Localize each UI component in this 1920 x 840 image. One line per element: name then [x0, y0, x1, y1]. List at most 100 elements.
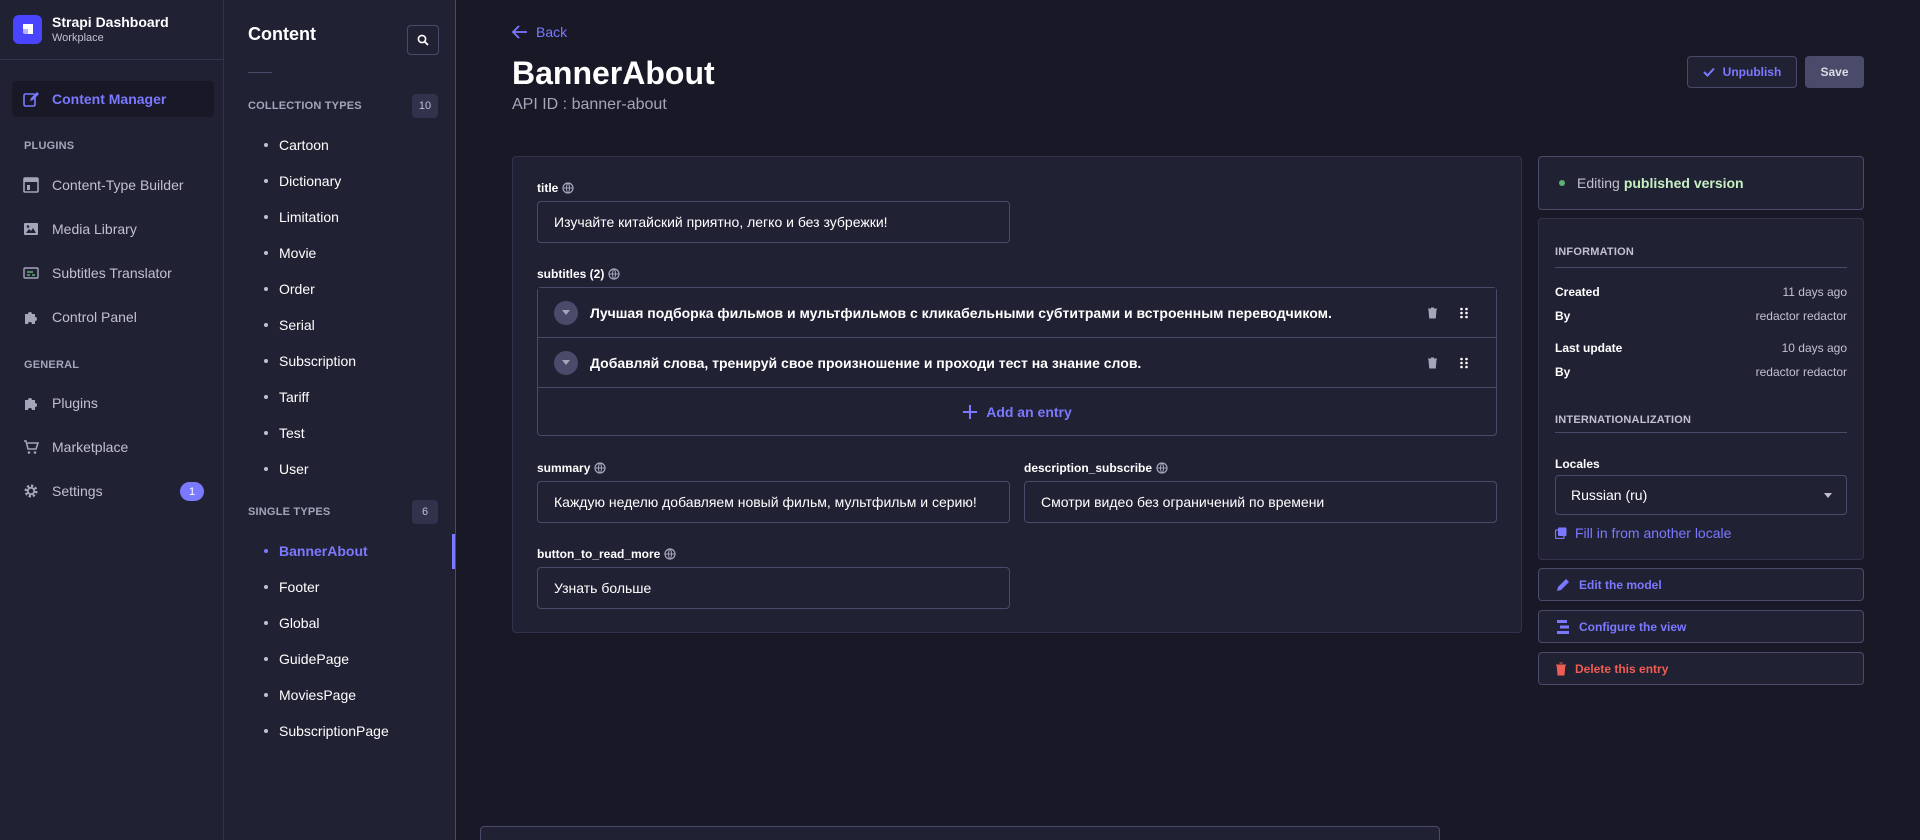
bullet: [264, 431, 268, 435]
item-label: Cartoon: [279, 137, 329, 153]
configure-view-button[interactable]: Configure the view: [1538, 610, 1864, 643]
collection-type-item[interactable]: Serial: [248, 308, 456, 342]
delete-entry-label: Delete this entry: [1575, 661, 1669, 676]
fill-link-label: Fill in from another locale: [1575, 525, 1732, 541]
nav-item-media-library[interactable]: Media Library: [12, 211, 214, 247]
search-icon: [417, 34, 429, 46]
updated-row: Last update 10 days ago: [1555, 341, 1847, 355]
subtitle-entry[interactable]: Лучшая подборка фильмов и мультфильмов с…: [538, 288, 1496, 338]
single-type-item[interactable]: GuidePage: [248, 642, 456, 676]
settings-badge: 1: [180, 482, 204, 501]
chevron-down-icon[interactable]: [554, 350, 578, 375]
item-label: Movie: [279, 245, 317, 261]
drag-handle-icon[interactable]: [1456, 355, 1472, 371]
image-icon: [23, 221, 39, 237]
add-entry-button[interactable]: Add an entry: [538, 389, 1496, 435]
nav-label: Content Manager: [52, 91, 167, 107]
nav-item-marketplace[interactable]: Marketplace: [12, 429, 214, 465]
created-row: Created 11 days ago: [1555, 285, 1847, 299]
summary-input[interactable]: Каждую неделю добавляем новый фильм, мул…: [537, 481, 1010, 523]
item-label: Dictionary: [279, 173, 342, 189]
configure-view-label: Configure the view: [1579, 619, 1687, 634]
fill-from-locale-link[interactable]: Fill in from another locale: [1555, 525, 1731, 541]
bullet: [264, 729, 268, 733]
information-heading: INFORMATION: [1555, 246, 1634, 258]
delete-entry-button[interactable]: Delete this entry: [1538, 652, 1864, 685]
chevron-down-icon[interactable]: [554, 300, 578, 325]
item-label: GuidePage: [279, 651, 350, 667]
nav-item-plugins[interactable]: Plugins: [12, 385, 214, 421]
group-count: 10: [412, 94, 438, 118]
single-type-item-active[interactable]: BannerAbout: [248, 534, 456, 568]
button-to-read-more-input[interactable]: Узнать больше: [537, 567, 1010, 609]
label-text: title: [537, 181, 559, 195]
nav-item-content-type-builder[interactable]: Content-Type Builder: [12, 167, 214, 203]
single-types-header[interactable]: SINGLE TYPES 6: [248, 500, 438, 524]
bullet: [264, 585, 268, 589]
information-panel: INFORMATION Created 11 days ago By redac…: [1538, 218, 1864, 560]
divider: [1555, 267, 1847, 268]
puzzle-icon: [23, 395, 39, 411]
divider: [1555, 432, 1847, 433]
save-button[interactable]: Save: [1805, 56, 1864, 88]
field-label-title: title: [537, 181, 574, 195]
single-type-item[interactable]: Global: [248, 606, 456, 640]
trash-icon[interactable]: [1424, 355, 1440, 371]
collection-type-item[interactable]: Order: [248, 272, 456, 306]
trash-icon[interactable]: [1424, 305, 1440, 321]
by-label: By: [1555, 309, 1571, 323]
nav-item-content-manager[interactable]: Content Manager: [12, 81, 214, 117]
collection-type-item[interactable]: Movie: [248, 236, 456, 270]
drag-handle-icon[interactable]: [1456, 305, 1472, 321]
main-nav: Strapi Dashboard Workplace Content Manag…: [0, 0, 224, 840]
item-label: Test: [279, 425, 305, 441]
brand-subtitle: Workplace: [52, 32, 104, 44]
globe-icon: [608, 268, 620, 280]
description-subscribe-input[interactable]: Смотри видео без ограничений по времени: [1024, 481, 1497, 523]
unpublish-label: Unpublish: [1722, 65, 1782, 79]
single-type-item[interactable]: SubscriptionPage: [248, 714, 456, 748]
field-label-description-subscribe: description_subscribe: [1024, 461, 1168, 475]
collection-type-item[interactable]: User: [248, 452, 456, 486]
unpublish-button[interactable]: Unpublish: [1687, 56, 1797, 88]
label-text: summary: [537, 461, 591, 475]
edit-model-label: Edit the model: [1579, 577, 1662, 592]
created-label: Created: [1555, 285, 1600, 299]
locale-select[interactable]: Russian (ru): [1555, 475, 1847, 515]
edit-model-button[interactable]: Edit the model: [1538, 568, 1864, 601]
subtitles-icon: [23, 265, 39, 281]
globe-icon: [594, 462, 606, 474]
bullet: [264, 287, 268, 291]
label-text: subtitles (2): [537, 267, 605, 281]
edit-form: title Изучайте китайский приятно, легко …: [512, 156, 1522, 633]
item-label: User: [279, 461, 309, 477]
bullet: [264, 179, 268, 183]
globe-icon: [562, 182, 574, 194]
updated-value: 10 days ago: [1781, 341, 1847, 355]
bottom-panel-edge: [480, 826, 1440, 840]
updated-by-row: By redactor redactor: [1555, 365, 1847, 379]
item-label: Footer: [279, 579, 320, 595]
single-type-item[interactable]: Footer: [248, 570, 456, 604]
nav-item-control-panel[interactable]: Control Panel: [12, 299, 214, 335]
item-label: Limitation: [279, 209, 339, 225]
subnav-search-button[interactable]: [407, 25, 439, 55]
collection-type-item[interactable]: Limitation: [248, 200, 456, 234]
nav-item-subtitles-translator[interactable]: Subtitles Translator: [12, 255, 214, 291]
collection-type-item[interactable]: Dictionary: [248, 164, 456, 198]
bullet: [264, 657, 268, 661]
caret-down-icon: [1824, 492, 1832, 498]
collection-type-item[interactable]: Tariff: [248, 380, 456, 414]
collection-types-header[interactable]: COLLECTION TYPES 10: [248, 94, 438, 118]
collection-type-item[interactable]: Test: [248, 416, 456, 450]
nav-item-settings[interactable]: Settings 1: [12, 473, 214, 509]
item-label: Global: [279, 615, 320, 631]
back-link[interactable]: Back: [512, 24, 567, 40]
group-count: 6: [412, 500, 438, 524]
collection-type-item[interactable]: Cartoon: [248, 128, 456, 162]
title-input[interactable]: Изучайте китайский приятно, легко и без …: [537, 201, 1010, 243]
collection-type-item[interactable]: Subscription: [248, 344, 456, 378]
subtitle-entry[interactable]: Добавляй слова, тренируй свое произношен…: [538, 338, 1496, 388]
locale-value: Russian (ru): [1571, 487, 1648, 503]
single-type-item[interactable]: MoviesPage: [248, 678, 456, 712]
